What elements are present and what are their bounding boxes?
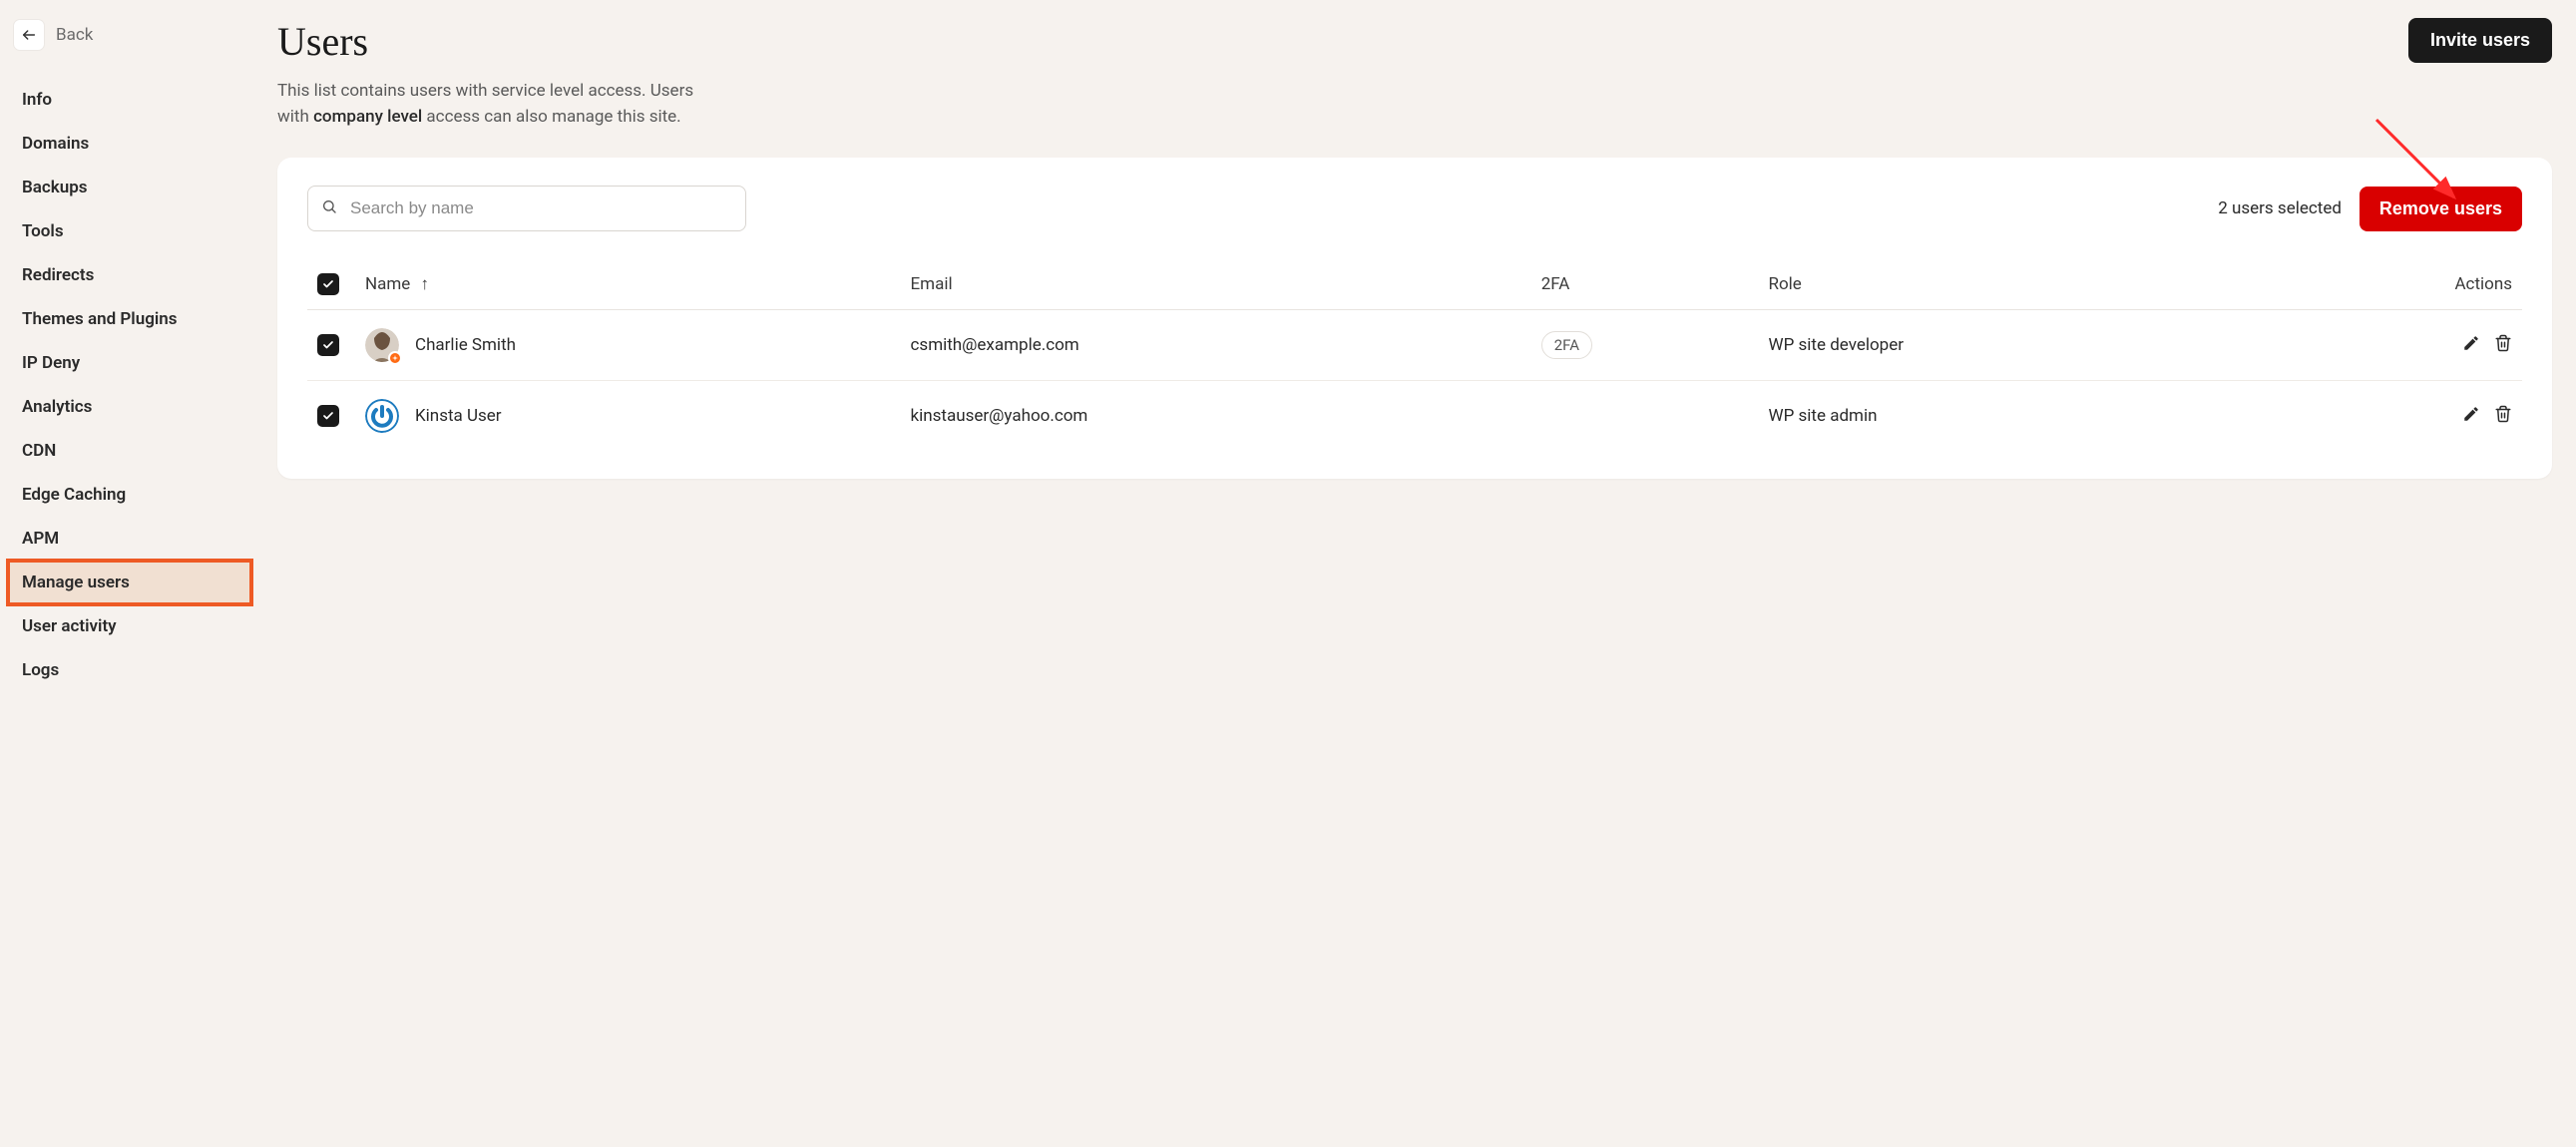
user-2fa: 2FA [1531,310,1759,381]
sidebar-item-backups[interactable]: Backups [8,166,251,209]
row-checkbox[interactable] [317,405,339,427]
sidebar-item-apm[interactable]: APM [8,517,251,561]
company-level-link[interactable]: company level [313,107,422,127]
sidebar-item-info[interactable]: Info [8,78,251,122]
col-2fa[interactable]: 2FA [1531,259,1759,310]
selected-count: 2 users selected [2218,198,2342,218]
avatar [365,328,399,362]
sidebar-item-logs[interactable]: Logs [8,648,251,692]
table-row: Kinsta User kinstauser@yahoo.com WP site a… [307,381,2522,452]
search-input[interactable] [307,186,746,231]
sidebar-item-analytics[interactable]: Analytics [8,385,251,429]
col-name-label: Name [365,274,410,294]
2fa-badge: 2FA [1541,331,1592,359]
col-role[interactable]: Role [1758,259,2254,310]
avatar-badge-icon [388,351,402,365]
avatar [365,399,399,433]
sidebar-item-cdn[interactable]: CDN [8,429,251,473]
search-icon [321,198,337,218]
sidebar-item-redirects[interactable]: Redirects [8,253,251,297]
user-email: kinstauser@yahoo.com [901,381,1531,452]
user-name: Charlie Smith [415,335,516,355]
page-title: Users [277,18,696,65]
user-role: WP site developer [1758,310,2254,381]
sidebar: Back InfoDomainsBackupsToolsRedirectsThe… [0,0,259,1147]
select-all-checkbox[interactable] [317,273,339,295]
row-checkbox[interactable] [317,334,339,356]
page-description: This list contains users with service le… [277,79,696,130]
toolbar: 2 users selected Remove users [307,186,2522,231]
search-wrap [307,186,746,231]
user-name: Kinsta User [415,406,502,426]
sidebar-item-manage-users[interactable]: Manage users [8,561,251,604]
col-actions: Actions [2255,259,2522,310]
edit-button[interactable] [2462,334,2480,352]
sidebar-item-user-activity[interactable]: User activity [8,604,251,648]
sidebar-item-edge-caching[interactable]: Edge Caching [8,473,251,517]
edit-button[interactable] [2462,405,2480,423]
back-button[interactable] [14,20,44,50]
check-icon [322,278,334,290]
users-table: Name ↑ Email 2FA Role Actions Charlie Sm… [307,259,2522,451]
sort-asc-icon: ↑ [421,274,430,294]
invite-users-button[interactable]: Invite users [2408,18,2552,63]
sidebar-item-ip-deny[interactable]: IP Deny [8,341,251,385]
table-row: Charlie Smith csmith@example.com 2FA WP sit… [307,310,2522,381]
nav: InfoDomainsBackupsToolsRedirectsThemes a… [8,78,251,692]
back-label: Back [56,25,93,45]
col-email[interactable]: Email [901,259,1531,310]
col-name[interactable]: Name ↑ [355,259,901,310]
back-row: Back [8,14,251,78]
sidebar-item-tools[interactable]: Tools [8,209,251,253]
user-role: WP site admin [1758,381,2254,452]
desc-suffix: access can also manage this site. [422,107,680,127]
main-content: Users This list contains users with serv… [259,0,2576,1147]
delete-button[interactable] [2494,405,2512,423]
remove-users-button[interactable]: Remove users [2360,187,2522,231]
arrow-left-icon [21,27,37,43]
sidebar-item-domains[interactable]: Domains [8,122,251,166]
delete-button[interactable] [2494,334,2512,352]
users-card: 2 users selected Remove users Name ↑ [277,158,2552,479]
user-email: csmith@example.com [901,310,1531,381]
sidebar-item-themes-and-plugins[interactable]: Themes and Plugins [8,297,251,341]
user-2fa [1531,381,1759,452]
